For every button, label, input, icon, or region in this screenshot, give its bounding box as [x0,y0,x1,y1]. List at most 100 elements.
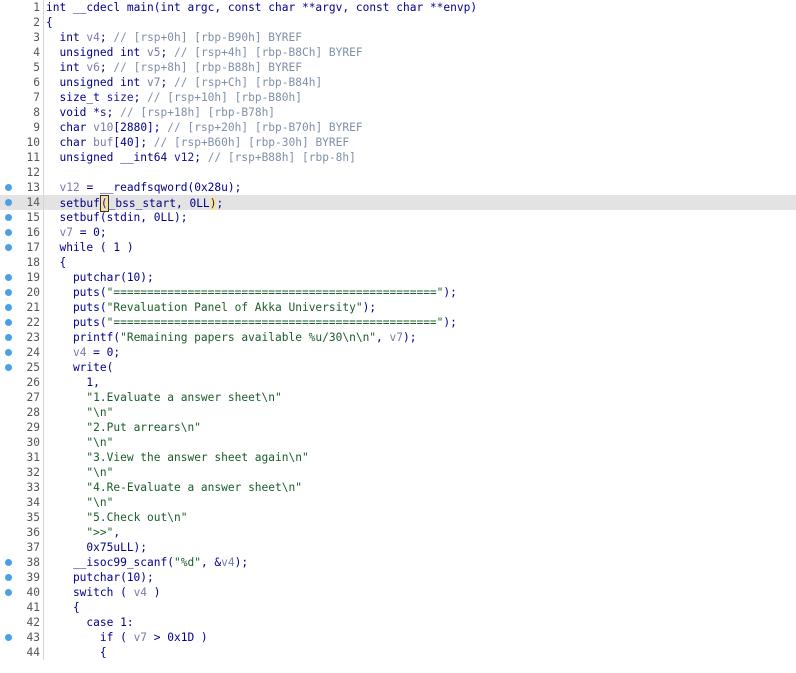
breakpoint-marker-icon[interactable] [5,184,12,191]
code-text[interactable]: { [46,15,53,30]
code-line[interactable]: 18 { [0,255,796,270]
code-line[interactable]: 1 int __cdecl main(int argc, const char *… [0,0,796,15]
breakpoint-marker-icon[interactable] [5,319,12,326]
code-text[interactable]: int v6; // [rsp+8h] [rbp-B88h] BYREF [46,60,302,75]
code-line[interactable]: 15 setbuf(stdin, 0LL); [0,210,796,225]
breakpoint-marker-icon[interactable] [5,349,12,356]
code-line[interactable]: 43 if ( v7 > 0x1D ) [0,630,796,645]
code-line[interactable]: 14 setbuf(_bss_start, 0LL); [0,195,796,212]
code-text[interactable]: unsigned int v5; // [rsp+4h] [rbp-B8Ch] … [46,45,362,60]
code-text[interactable]: "\n" [46,435,113,450]
code-line[interactable]: 9 char v10[2880]; // [rsp+20h] [rbp-B70h… [0,120,796,135]
code-text[interactable]: { [46,600,80,615]
code-line[interactable]: 26 1, [0,375,796,390]
breakpoint-marker-icon[interactable] [5,199,12,206]
code-text[interactable]: "5.Check out\n" [46,510,187,525]
code-text[interactable]: "4.Re-Evaluate a answer sheet\n" [46,480,302,495]
breakpoint-marker-icon[interactable] [5,589,12,596]
code-text[interactable]: 0x75uLL); [46,540,147,555]
code-line[interactable]: 12 [0,165,796,180]
code-text[interactable]: { [46,255,66,270]
code-text[interactable]: case 1: [46,615,133,630]
code-text[interactable]: puts("==================================… [46,315,457,330]
code-text[interactable]: switch ( v4 ) [46,585,161,600]
code-text[interactable]: __isoc99_scanf("%d", &v4); [46,555,248,570]
code-line[interactable]: 36 ">>", [0,525,796,540]
code-line[interactable]: 22 puts("===============================… [0,315,796,330]
code-line[interactable]: 7 size_t size; // [rsp+10h] [rbp-B80h] [0,90,796,105]
code-text[interactable]: int v4; // [rsp+0h] [rbp-B90h] BYREF [46,30,302,45]
code-line[interactable]: 5 int v6; // [rsp+8h] [rbp-B88h] BYREF [0,60,796,75]
code-text[interactable]: char buf[40]; // [rsp+B60h] [rbp-30h] BY… [46,135,349,150]
code-text[interactable]: v12 = __readfsqword(0x28u); [46,180,241,195]
breakpoint-marker-icon[interactable] [5,334,12,341]
breakpoint-marker-icon[interactable] [5,274,12,281]
code-line[interactable]: 29 "2.Put arrears\n" [0,420,796,435]
code-line[interactable]: 21 puts("Revaluation Panel of Akka Unive… [0,300,796,315]
code-text[interactable]: while ( 1 ) [46,240,133,255]
code-line[interactable]: 20 puts("===============================… [0,285,796,300]
code-text[interactable]: unsigned __int64 v12; // [rsp+B88h] [rbp… [46,150,355,165]
code-line[interactable]: 40 switch ( v4 ) [0,585,796,600]
code-line[interactable]: 6 unsigned int v7; // [rsp+Ch] [rbp-B84h… [0,75,796,90]
code-line[interactable]: 3 int v4; // [rsp+0h] [rbp-B90h] BYREF [0,30,796,45]
code-text[interactable]: { [46,645,107,660]
code-line[interactable]: 11 unsigned __int64 v12; // [rsp+B88h] [… [0,150,796,165]
code-text[interactable]: if ( v7 > 0x1D ) [46,630,208,645]
code-text[interactable]: putchar(10); [46,570,154,585]
code-line[interactable]: 27 "1.Evaluate a answer sheet\n" [0,390,796,405]
code-line[interactable]: 16 v7 = 0; [0,225,796,240]
code-line[interactable]: 19 putchar(10); [0,270,796,285]
breakpoint-marker-icon[interactable] [5,289,12,296]
code-line[interactable]: 39 putchar(10); [0,570,796,585]
code-line[interactable]: 13 v12 = __readfsqword(0x28u); [0,180,796,195]
breakpoint-marker-icon[interactable] [5,229,12,236]
code-text[interactable]: void *s; // [rsp+18h] [rbp-B78h] [46,105,275,120]
code-text[interactable]: write( [46,360,113,375]
code-text[interactable]: "\n" [46,405,113,420]
code-line[interactable]: 38 __isoc99_scanf("%d", &v4); [0,555,796,570]
code-text[interactable]: "2.Put arrears\n" [46,420,201,435]
code-line[interactable]: 17 while ( 1 ) [0,240,796,255]
code-text[interactable]: unsigned int v7; // [rsp+Ch] [rbp-B84h] [46,75,322,90]
code-line[interactable]: 8 void *s; // [rsp+18h] [rbp-B78h] [0,105,796,120]
code-line[interactable]: 2{ [0,15,796,30]
breakpoint-marker-icon[interactable] [5,364,12,371]
code-text[interactable]: puts("Revaluation Panel of Akka Universi… [46,300,376,315]
code-text[interactable]: "3.View the answer sheet again\n" [46,450,308,465]
code-text[interactable]: puts("==================================… [46,285,457,300]
code-text[interactable]: putchar(10); [46,270,154,285]
code-text[interactable]: 1, [46,375,99,390]
breakpoint-marker-icon[interactable] [5,634,12,641]
code-line[interactable]: 37 0x75uLL); [0,540,796,555]
code-line[interactable]: 4 unsigned int v5; // [rsp+4h] [rbp-B8Ch… [0,45,796,60]
code-text[interactable]: "\n" [46,495,113,510]
code-line[interactable]: 35 "5.Check out\n" [0,510,796,525]
code-text[interactable]: int __cdecl main(int argc, const char **… [46,0,477,15]
code-line[interactable]: 23 printf("Remaining papers available %u… [0,330,796,345]
code-text[interactable]: ">>", [46,525,120,540]
breakpoint-marker-icon[interactable] [5,304,12,311]
code-text[interactable]: printf("Remaining papers available %u/30… [46,330,417,345]
code-text[interactable]: "\n" [46,465,113,480]
code-line[interactable]: 32 "\n" [0,465,796,480]
code-line[interactable]: 31 "3.View the answer sheet again\n" [0,450,796,465]
code-line[interactable]: 42 case 1: [0,615,796,630]
code-text[interactable]: "1.Evaluate a answer sheet\n" [46,390,281,405]
code-line[interactable]: 24 v4 = 0; [0,345,796,360]
code-line[interactable]: 41 { [0,600,796,615]
code-line[interactable]: 30 "\n" [0,435,796,450]
breakpoint-marker-icon[interactable] [5,244,12,251]
code-text[interactable]: v4 = 0; [46,345,120,360]
breakpoint-marker-icon[interactable] [5,559,12,566]
code-text[interactable]: v7 = 0; [46,225,106,240]
code-line[interactable]: 44 { [0,645,796,660]
breakpoint-marker-icon[interactable] [5,214,12,221]
code-line[interactable]: 34 "\n" [0,495,796,510]
code-line[interactable]: 33 "4.Re-Evaluate a answer sheet\n" [0,480,796,495]
code-text[interactable]: setbuf(stdin, 0LL); [46,210,187,225]
breakpoint-marker-icon[interactable] [5,574,12,581]
code-line[interactable]: 10 char buf[40]; // [rsp+B60h] [rbp-30h]… [0,135,796,150]
code-line[interactable]: 28 "\n" [0,405,796,420]
code-text[interactable]: char v10[2880]; // [rsp+20h] [rbp-B70h] … [46,120,362,135]
